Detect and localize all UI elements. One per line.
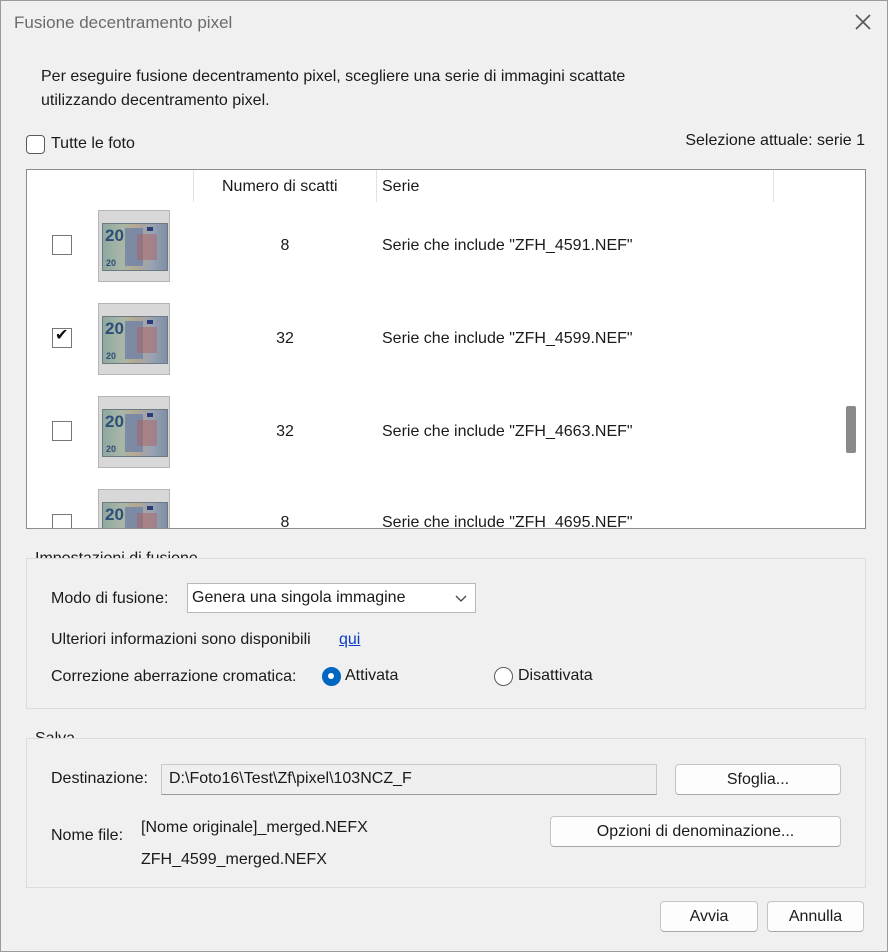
series-list[interactable]: Numero di scatti Serie 20 20 8 Serie che …	[26, 169, 866, 529]
destination-value: D:\Foto16\Test\Zf\pixel\103NCZ_F	[169, 770, 412, 787]
destination-label: Destinazione:	[51, 770, 148, 787]
banknote-image: 2020	[102, 502, 168, 528]
list-scrollbar[interactable]	[837, 170, 865, 528]
series-list-header: Numero di scatti Serie	[27, 170, 837, 204]
chromatic-off-radio[interactable]	[494, 667, 513, 686]
row-count: 8	[280, 237, 290, 254]
row-series: Serie che include "ZFH_4695.NEF"	[382, 514, 633, 529]
pixel-shift-merge-dialog: Fusione decentramento pixel Per eseguire…	[0, 0, 888, 952]
browse-button[interactable]: Sfoglia...	[675, 764, 841, 795]
row-count: 32	[276, 423, 294, 440]
row-checkbox[interactable]: ✔	[52, 327, 72, 348]
scrollbar-thumb[interactable]	[846, 406, 856, 453]
chromatic-off-label[interactable]: Disattivata	[518, 667, 593, 685]
window-title: Fusione decentramento pixel	[14, 13, 233, 32]
all-photos-label: Tutte le foto	[51, 135, 135, 152]
header-separator	[773, 170, 774, 202]
more-info-text: Ulteriori informazioni sono disponibili	[51, 631, 311, 648]
all-photos-checkbox[interactable]: Tutte le foto	[26, 133, 135, 155]
thumbnail: 2020	[98, 489, 170, 528]
filename-label: Nome file:	[51, 827, 124, 844]
merge-mode-value: Genera una singola immagine	[192, 589, 406, 606]
row-checkbox[interactable]	[52, 235, 72, 255]
row-series: Serie che include "ZFH_4591.NEF"	[382, 237, 633, 254]
destination-field[interactable]: D:\Foto16\Test\Zf\pixel\103NCZ_F	[161, 764, 657, 795]
row-checkbox[interactable]	[52, 514, 72, 528]
series-row[interactable]: 20 20 32 Serie che include "ZFH_4663.NEF"	[27, 390, 837, 483]
row-count: 32	[276, 330, 294, 347]
cancel-button[interactable]: Annulla	[767, 901, 864, 932]
chromatic-aberration-label: Correzione aberrazione cromatica:	[51, 668, 297, 685]
start-button[interactable]: Avvia	[660, 901, 758, 932]
chromatic-on-radio[interactable]	[322, 667, 341, 686]
row-series: Serie che include "ZFH_4663.NEF"	[382, 423, 633, 440]
row-series: Serie che include "ZFH_4599.NEF"	[382, 330, 633, 347]
series-row[interactable]: ✔ 20 20 32 Serie che include "ZFH_4599.NE…	[27, 297, 837, 390]
chevron-down-icon	[455, 595, 467, 602]
intro-line-1: Per eseguire fusione decentramento pixel…	[41, 68, 626, 85]
banknote-image: 2020	[102, 223, 168, 271]
intro-text: Per eseguire fusione decentramento pixel…	[41, 65, 741, 113]
series-row[interactable]: 20 20 8 Serie che include "ZFH_4591.NEF"	[27, 204, 837, 297]
current-selection: Selezione attuale: serie 1	[685, 132, 865, 149]
merge-mode-select[interactable]: Genera una singola immagine	[187, 583, 476, 613]
title-bar: Fusione decentramento pixel	[1, 1, 887, 45]
filename-pattern: [Nome originale]_merged.NEFX	[141, 819, 368, 836]
header-separator	[376, 170, 377, 202]
header-count[interactable]: Numero di scatti	[222, 178, 338, 196]
row-checkbox[interactable]	[52, 421, 72, 441]
filename-example: ZFH_4599_merged.NEFX	[141, 851, 327, 868]
row-count: 8	[280, 514, 290, 529]
thumbnail: 2020	[98, 396, 170, 468]
thumbnail: 2020	[98, 303, 170, 375]
header-series[interactable]: Serie	[382, 178, 419, 196]
banknote-image: 2020	[102, 316, 168, 364]
checkmark-icon: ✔	[55, 327, 69, 344]
header-separator	[193, 170, 194, 202]
merge-mode-label: Modo di fusione:	[51, 590, 169, 607]
all-photos-checkbox-box[interactable]	[26, 134, 45, 154]
close-icon[interactable]	[851, 10, 875, 34]
chromatic-on-label[interactable]: Attivata	[345, 667, 398, 685]
naming-options-button[interactable]: Opzioni di denominazione...	[550, 816, 841, 847]
banknote-image: 2020	[102, 409, 168, 457]
series-row[interactable]: 2020 8 Serie che include "ZFH_4695.NEF"	[27, 483, 837, 529]
more-info-link[interactable]: qui	[339, 631, 360, 649]
intro-line-2: utilizzando decentramento pixel.	[41, 92, 270, 109]
thumbnail: 2020	[98, 210, 170, 282]
